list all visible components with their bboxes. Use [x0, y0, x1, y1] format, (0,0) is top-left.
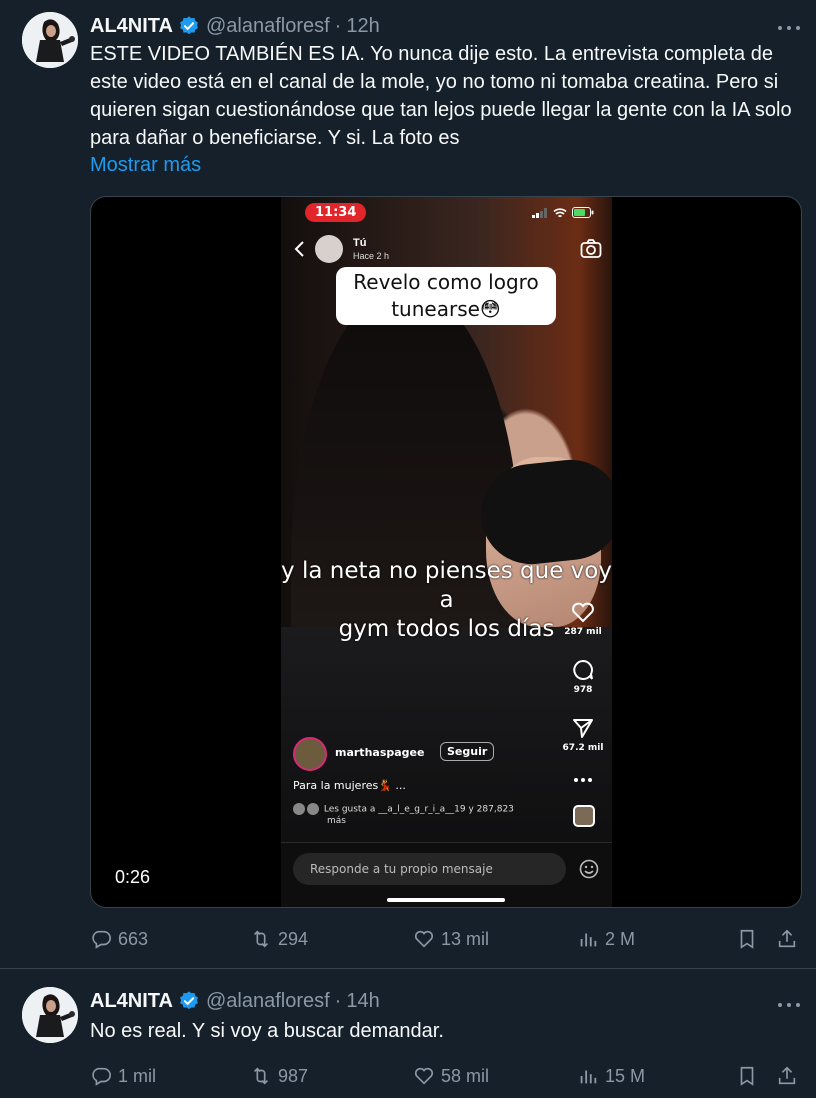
- author-handle[interactable]: @alanafloresf: [206, 990, 330, 1013]
- author-avatar[interactable]: [22, 987, 78, 1043]
- view-count: 15 M: [605, 1065, 646, 1086]
- more-icon[interactable]: [778, 997, 800, 1013]
- tweet-text: No es real. Y si voy a buscar demandar.: [90, 1020, 444, 1042]
- author-name[interactable]: AL4NITA: [90, 990, 173, 1013]
- reply-count: 1 mil: [118, 1065, 157, 1086]
- like-icon: [414, 1067, 434, 1085]
- video-caption: Revelo como logro tunearse😳: [336, 267, 556, 325]
- separator-dot: ·: [334, 14, 342, 37]
- video-duration: 0:26: [109, 865, 157, 890]
- views-icon: [580, 933, 597, 947]
- author-handle[interactable]: @alanafloresf: [206, 15, 330, 38]
- phone-status-bar: 11:34: [281, 201, 612, 223]
- story-avatar: [315, 235, 343, 263]
- music-thumbnail: [573, 805, 595, 827]
- share-button[interactable]: [776, 1063, 798, 1089]
- story-reply-bar: Responde a tu propio mensaje: [281, 842, 612, 907]
- bookmark-icon: [740, 1066, 754, 1086]
- reply-icon: [92, 1067, 111, 1086]
- story-age: Hace 2 h: [353, 251, 390, 261]
- avatar-image: [22, 12, 78, 68]
- reel-author: marthaspagee Seguir: [293, 737, 553, 773]
- verified-badge-icon: [180, 991, 198, 1010]
- tweet-time[interactable]: 14h: [346, 990, 379, 1013]
- bookmark-button[interactable]: [736, 926, 758, 952]
- story-header: Tú Hace 2 h: [291, 235, 602, 265]
- repost-icon: [253, 1067, 269, 1085]
- reel-caption: Para la mujeres💃 ...: [293, 779, 406, 792]
- reel-more-icon: [561, 777, 605, 787]
- reel-like: 287 mil: [561, 601, 605, 637]
- tweet-1[interactable]: AL4NITA @alanafloresf · 12h ESTE VIDEO T…: [0, 0, 816, 968]
- signal-icon: [532, 207, 547, 218]
- like-count: 58 mil: [441, 1065, 490, 1086]
- tweet-actions: 663 294 13 mil 2 M: [90, 926, 802, 952]
- battery-icon: [572, 207, 594, 218]
- reel-avatar: [293, 737, 327, 771]
- tweet-actions: 1 mil 987 58 mil 15 M: [90, 1063, 802, 1089]
- reel-comment-count: 978: [573, 685, 593, 695]
- like-count: 13 mil: [441, 928, 490, 949]
- share-icon: [778, 929, 796, 948]
- reel-liked-by: Les gusta a __a_l_e_g_r_i_a__19 y 287,82…: [293, 803, 543, 827]
- reply-button[interactable]: 663: [90, 926, 148, 952]
- liker-avatar: [293, 803, 305, 815]
- reply-icon: [92, 930, 111, 949]
- views-button[interactable]: 2 M: [577, 926, 635, 952]
- views-icon: [580, 1070, 597, 1084]
- caption-line-1: Revelo como logro: [353, 270, 539, 294]
- back-chevron-icon: [294, 241, 304, 257]
- like-icon: [414, 930, 434, 948]
- share-icon: [778, 1066, 796, 1085]
- avatar-image: [22, 987, 78, 1043]
- comment-icon: [573, 659, 593, 680]
- bookmark-icon: [740, 929, 754, 949]
- liked-by-line-1: Les gusta a __a_l_e_g_r_i_a__19 y 287,82…: [323, 804, 514, 815]
- sticker-icon: [579, 859, 599, 879]
- like-button[interactable]: 58 mil: [413, 1063, 489, 1089]
- repost-button[interactable]: 294: [250, 926, 308, 952]
- video-frame: 11:34 Tú Hace 2 h Revelo como logro tune…: [281, 197, 612, 907]
- tweet-time[interactable]: 12h: [346, 15, 379, 38]
- phone-clock: 11:34: [305, 203, 367, 222]
- heart-icon: [572, 602, 594, 623]
- reel-share-count: 67.2 mil: [562, 743, 604, 753]
- reel-follow-button: Seguir: [440, 742, 495, 761]
- repost-count: 294: [278, 928, 309, 949]
- like-button[interactable]: 13 mil: [413, 926, 489, 952]
- view-count: 2 M: [605, 928, 636, 949]
- author-avatar[interactable]: [22, 12, 78, 68]
- views-button[interactable]: 15 M: [577, 1063, 645, 1089]
- tweet-2[interactable]: AL4NITA @alanafloresf · 14h No es real. …: [0, 969, 816, 1098]
- liked-by-line-2: más: [327, 815, 346, 826]
- verified-badge-icon: [180, 16, 198, 35]
- reel-comment: 978: [561, 659, 605, 695]
- separator-dot: ·: [334, 989, 342, 1012]
- video-player[interactable]: 11:34 Tú Hace 2 h Revelo como logro tune…: [90, 196, 802, 908]
- status-icons: [532, 207, 594, 218]
- share-button[interactable]: [776, 926, 798, 952]
- reel-like-count: 287 mil: [564, 627, 602, 637]
- reel-username: marthaspagee: [335, 746, 425, 759]
- reply-count: 663: [118, 928, 149, 949]
- send-icon: [573, 719, 593, 738]
- story-username: Tú: [353, 237, 367, 249]
- camera-icon: [580, 239, 602, 258]
- repost-button[interactable]: 987: [250, 1063, 308, 1089]
- bookmark-button[interactable]: [736, 1063, 758, 1089]
- liker-avatar: [307, 803, 319, 815]
- caption-line-2: tunearse😳: [391, 297, 501, 321]
- repost-count: 987: [278, 1065, 309, 1086]
- more-icon[interactable]: [778, 20, 800, 36]
- repost-icon: [253, 930, 269, 948]
- show-more-link[interactable]: Mostrar más: [90, 154, 201, 177]
- reel-share: 67.2 mil: [561, 717, 605, 753]
- home-indicator: [387, 898, 505, 902]
- story-reply-input: Responde a tu propio mensaje: [293, 853, 566, 885]
- reply-button[interactable]: 1 mil: [90, 1063, 156, 1089]
- tweet-text: ESTE VIDEO TAMBIÉN ES IA. Yo nunca dije …: [90, 43, 792, 149]
- wifi-icon: [553, 207, 567, 217]
- author-name[interactable]: AL4NITA: [90, 15, 173, 38]
